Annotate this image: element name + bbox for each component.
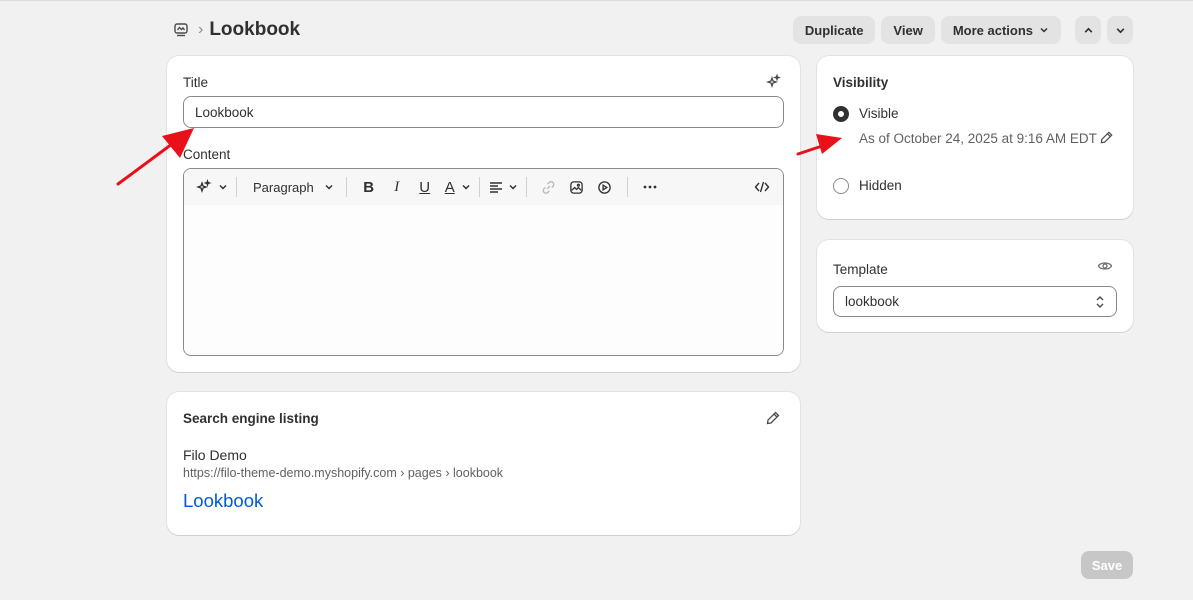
select-arrows-icon	[1095, 295, 1105, 309]
seo-url: https://filo-theme-demo.myshopify.com › …	[183, 466, 504, 480]
align-button[interactable]	[488, 174, 518, 200]
visibility-date-note: As of October 24, 2025 at 9:16 AM EDT	[859, 131, 1097, 146]
save-button[interactable]: Save	[1081, 551, 1133, 579]
seo-store-name: Filo Demo	[183, 447, 247, 463]
pencil-icon	[1100, 131, 1113, 144]
template-select[interactable]: lookbook	[833, 286, 1117, 317]
title-input[interactable]: Lookbook	[183, 96, 784, 128]
insert-image-button[interactable]	[564, 174, 590, 200]
paragraph-format-select[interactable]: Paragraph	[245, 174, 338, 200]
chevron-down-icon	[325, 184, 333, 190]
chevron-up-icon	[1084, 27, 1092, 33]
editor-toolbar: Paragraph B I U A	[184, 169, 783, 205]
link-button[interactable]	[536, 174, 562, 200]
template-card: Template lookbook	[817, 240, 1133, 332]
rich-text-editor[interactable]: Paragraph B I U A	[183, 168, 784, 356]
view-label: View	[893, 22, 923, 38]
title-label: Title	[183, 75, 209, 90]
insert-video-button[interactable]	[592, 174, 618, 200]
paragraph-label: Paragraph	[253, 179, 314, 195]
duplicate-button[interactable]: Duplicate	[792, 16, 876, 44]
code-icon	[754, 181, 770, 193]
pages-icon[interactable]	[172, 21, 190, 39]
seo-heading: Search engine listing	[183, 411, 319, 426]
more-actions-label: More actions	[952, 22, 1033, 38]
italic-button[interactable]: I	[384, 174, 410, 200]
bold-button[interactable]: B	[356, 174, 382, 200]
template-selected-value: lookbook	[845, 294, 900, 309]
page-header: › Lookbook Duplicate View More actions	[172, 16, 1133, 44]
visibility-heading: Visibility	[833, 75, 889, 90]
more-actions-button[interactable]: More actions	[940, 16, 1061, 44]
duplicate-label: Duplicate	[804, 22, 864, 38]
visible-radio[interactable]	[833, 106, 849, 122]
play-circle-icon	[598, 180, 611, 194]
title-input-value: Lookbook	[195, 104, 254, 120]
page-content-card: Title Lookbook Content Paragraph B I U A	[167, 56, 800, 372]
hidden-radio[interactable]	[833, 178, 849, 194]
align-left-icon	[489, 182, 502, 193]
toolbar-divider	[345, 177, 347, 197]
eye-icon	[1097, 262, 1113, 270]
show-html-button[interactable]	[749, 174, 775, 200]
toolbar-divider	[478, 177, 480, 197]
chevron-down-icon	[219, 184, 227, 190]
page-title: Lookbook	[209, 19, 301, 40]
editor-content-area[interactable]	[184, 205, 783, 355]
hidden-label[interactable]: Hidden	[859, 178, 902, 193]
edit-visibility-date-button[interactable]	[1099, 130, 1114, 148]
chevron-down-icon	[1116, 27, 1124, 33]
link-icon	[542, 180, 555, 194]
chevron-down-icon	[1039, 25, 1049, 35]
edit-seo-button[interactable]	[765, 410, 781, 429]
template-label: Template	[833, 262, 888, 277]
underline-button[interactable]: U	[412, 174, 438, 200]
toolbar-divider	[525, 177, 527, 197]
annotation-arrow-icon	[116, 128, 194, 186]
pencil-icon	[766, 411, 780, 425]
seo-title-link[interactable]: Lookbook	[183, 490, 263, 512]
preview-template-button[interactable]	[1097, 258, 1113, 277]
annotation-arrow-icon	[796, 134, 842, 156]
image-icon	[570, 180, 583, 194]
toolbar-divider	[236, 177, 237, 197]
toolbar-divider	[626, 177, 628, 197]
breadcrumb-separator: ›	[198, 21, 204, 38]
more-horizontal-icon	[643, 185, 657, 189]
previous-page-button[interactable]	[1075, 16, 1101, 44]
chevron-down-icon	[509, 184, 517, 190]
view-button[interactable]: View	[881, 16, 935, 44]
next-page-button[interactable]	[1107, 16, 1133, 44]
top-divider	[0, 0, 1193, 1]
header-actions: Duplicate View More actions	[787, 16, 1133, 44]
search-engine-listing-card: Search engine listing Filo Demo https://…	[167, 392, 800, 535]
chevron-down-icon	[462, 184, 470, 190]
more-formatting-button[interactable]	[637, 174, 663, 200]
visible-label[interactable]: Visible	[859, 106, 899, 121]
text-color-label: A	[444, 178, 455, 196]
visibility-card: Visibility Visible As of October 24, 202…	[817, 56, 1133, 219]
text-color-button[interactable]: A	[439, 174, 471, 200]
sparkle-icon[interactable]	[765, 73, 783, 92]
